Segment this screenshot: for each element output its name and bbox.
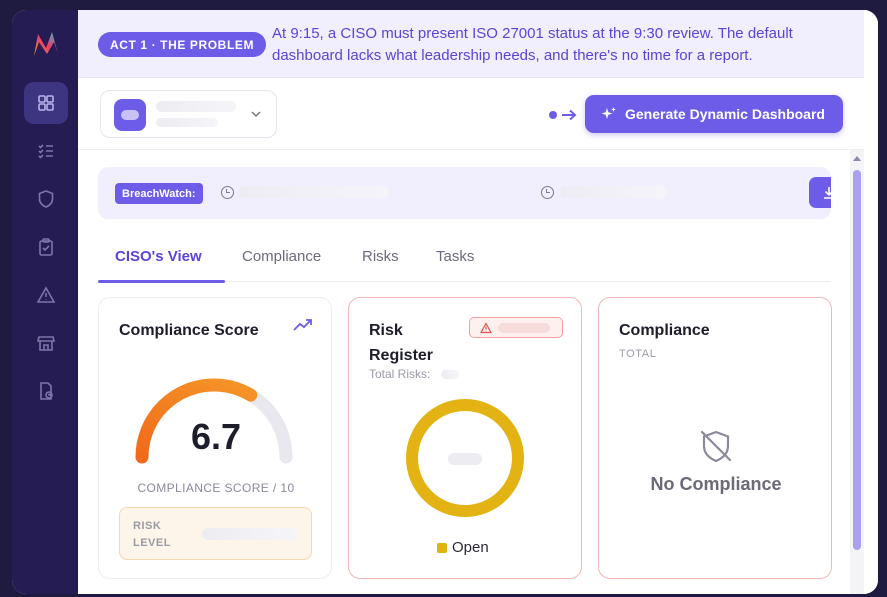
breachwatch-strip: BreachWatch:	[98, 167, 831, 219]
warning-icon	[480, 322, 492, 334]
shield-off-icon	[700, 430, 732, 463]
compliance-score-card: Compliance Score 6.7 COMPLIANCE SCORE / …	[98, 297, 332, 579]
generate-dashboard-label: Generate Dynamic Dashboard	[625, 106, 825, 122]
org-name-placeholder	[156, 101, 236, 112]
compliance-card: Compliance TOTAL No Compliance	[598, 297, 832, 579]
nav-security[interactable]	[24, 178, 68, 220]
risk-register-card: Risk Register Total Risks: Open	[348, 297, 582, 579]
pointer-arrow-icon	[549, 109, 577, 121]
compliance-score-caption: COMPLIANCE SCORE / 10	[137, 481, 295, 495]
card-title: Compliance	[619, 322, 710, 339]
toolbar: Generate Dynamic Dashboard	[78, 78, 864, 150]
scrollbar[interactable]	[850, 150, 864, 594]
compliance-total-label: TOTAL	[619, 348, 657, 360]
breachwatch-time-placeholder	[560, 186, 666, 198]
chevron-down-icon	[251, 111, 261, 118]
download-icon	[824, 187, 831, 199]
alert-placeholder	[498, 323, 550, 333]
app-window: ACT 1 · THE PROBLEM At 9:15, a CISO must…	[12, 10, 878, 594]
breachwatch-value-placeholder	[239, 186, 389, 198]
no-compliance-text: No Compliance	[650, 474, 782, 494]
legend-label-open: Open	[452, 539, 489, 556]
clipboard-check-icon	[39, 238, 53, 256]
tab-cisos-view[interactable]: CISO's View	[115, 248, 202, 265]
tab-tasks[interactable]: Tasks	[436, 248, 474, 265]
nav-reports[interactable]	[24, 370, 68, 412]
org-avatar	[114, 99, 146, 131]
total-risks-label: Total Risks:	[369, 367, 431, 381]
generate-dashboard-button[interactable]: Generate Dynamic Dashboard	[585, 95, 843, 133]
risk-alert-badge	[469, 317, 563, 338]
clock-icon	[541, 186, 554, 199]
donut-legend: Open	[437, 539, 489, 556]
org-sub-placeholder	[156, 118, 218, 127]
app-logo	[34, 32, 58, 56]
risk-level-placeholder	[202, 528, 298, 540]
shield-icon	[38, 190, 54, 208]
donut-center-placeholder	[448, 453, 482, 465]
nav-dashboard[interactable]	[24, 82, 68, 124]
card-title: Risk Register	[369, 322, 434, 364]
org-selector[interactable]	[100, 90, 277, 138]
sidebar	[12, 10, 78, 594]
sparkle-icon	[601, 107, 616, 119]
warning-icon	[36, 286, 56, 303]
banner-message: At 9:15, a CISO must present ISO 27001 s…	[272, 25, 793, 64]
store-icon	[36, 336, 56, 351]
checklist-icon	[38, 144, 53, 159]
nav-vendors[interactable]	[24, 322, 68, 364]
main-content: ACT 1 · THE PROBLEM At 9:15, a CISO must…	[78, 10, 878, 594]
risk-donut-chart	[406, 399, 524, 517]
total-risks-placeholder	[441, 370, 459, 379]
nav-risks[interactable]	[24, 274, 68, 316]
scroll-up-arrow[interactable]	[853, 156, 861, 161]
legend-swatch-open	[437, 542, 447, 553]
story-banner: ACT 1 · THE PROBLEM At 9:15, a CISO must…	[78, 10, 864, 78]
act-badge: ACT 1 · THE PROBLEM	[98, 32, 267, 57]
risk-level-box: RISK LEVEL	[119, 507, 312, 560]
trend-up-icon	[293, 319, 312, 331]
clock-icon	[221, 186, 234, 199]
risk-level-label: RISK LEVEL	[133, 520, 171, 549]
tab-compliance[interactable]: Compliance	[242, 248, 321, 265]
report-file-icon	[40, 382, 53, 400]
dashboard-icon	[38, 95, 54, 111]
tab-risks[interactable]: Risks	[362, 248, 399, 265]
nav-compliance[interactable]	[24, 226, 68, 268]
compliance-score-value: 6.7	[190, 416, 242, 457]
nav-tasks[interactable]	[24, 130, 68, 172]
card-title: Compliance Score	[119, 322, 259, 339]
active-tab-indicator	[98, 280, 225, 283]
download-button[interactable]	[809, 177, 831, 208]
scroll-thumb[interactable]	[853, 170, 861, 550]
view-tabs: CISO's View Compliance Risks Tasks	[98, 240, 831, 283]
breachwatch-badge: BreachWatch:	[115, 183, 203, 204]
